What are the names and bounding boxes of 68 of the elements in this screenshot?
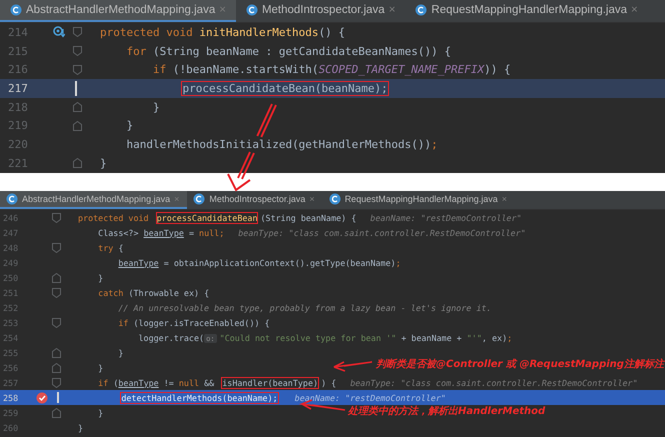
line-number: 255 — [2, 348, 20, 358]
code-line: } — [97, 272, 104, 282]
editor-tab[interactable]: RequestMappingHandlerMapping.java × — [322, 191, 516, 209]
code-line: } — [126, 119, 134, 132]
editor-tab[interactable]: AbstractHandlerMethodMapping.java × — [0, 0, 236, 22]
line-number: 254 — [2, 332, 20, 342]
editor-tab[interactable]: MethodIntrospector.java × — [187, 191, 323, 209]
line-number: 221 — [7, 156, 29, 170]
line-number: 250 — [2, 272, 20, 282]
annotation-text: 判断类是否被@Controller 或 @RequestMapping注解标注 — [376, 357, 664, 371]
code-line: } — [100, 156, 107, 170]
line-number: 248 — [2, 242, 20, 252]
inline-value-hint: beanName: "restDemoController" — [370, 212, 522, 222]
editor-tab[interactable]: AbstractHandlerMethodMapping.java × — [0, 191, 188, 209]
close-button[interactable]: × — [502, 194, 508, 204]
code-line: // An unresolvable bean type, probably from a lazy bean - let's ignore it. — [117, 302, 492, 312]
inline-value-hint: beanName: "restDemoController" — [294, 392, 446, 402]
editor-tab[interactable]: RequestMappingHandlerMapping.java × — [405, 0, 648, 22]
line-number: 260 — [2, 422, 20, 432]
annotation-text: 处理类中的方法，解析出HandlerMethod — [348, 404, 546, 418]
code-line: for (String beanName : getCandidateBeanNames()) { — [126, 44, 452, 58]
line-number: 252 — [2, 302, 20, 312]
line-number: 247 — [2, 228, 20, 238]
code-line: detectHandlerMethods(beanName); — [120, 392, 279, 402]
code-line: processCandidateBean(beanName); — [181, 82, 389, 95]
line-number: 256 — [2, 362, 20, 372]
code-line: handlerMethodsInitialized(getHandlerMethods()); — [126, 138, 438, 151]
line-number: 216 — [7, 63, 29, 76]
code-line: Class<?> beanType = null; — [97, 228, 224, 238]
close-button[interactable]: × — [309, 194, 315, 204]
close-button[interactable]: × — [388, 4, 396, 16]
class-icon — [6, 193, 18, 205]
line-number: 249 — [2, 258, 20, 268]
line-number: 214 — [7, 26, 29, 39]
code-line: } — [78, 422, 84, 432]
line-number: 259 — [2, 408, 20, 418]
line-number: 218 — [7, 100, 29, 114]
line-number: 257 — [2, 378, 20, 388]
line-number: 258 — [2, 392, 20, 402]
code-line: try { — [97, 242, 124, 252]
line-number: 219 — [7, 119, 29, 132]
class-icon — [193, 193, 206, 205]
code-line: if (beanType != null && isHandler(beanType) ) { — [97, 378, 336, 388]
inline-value-hint: beanType: "class com.saint.controller.RestDemoController" — [238, 228, 526, 238]
line-number: 246 — [2, 212, 20, 222]
code-line: protected void processCandidateBean (String beanName) { — [78, 212, 356, 222]
line-number: 251 — [2, 288, 20, 298]
code-line: } — [97, 362, 104, 372]
code-line: protected void initHandlerMethods() { — [100, 26, 346, 39]
class-icon — [10, 4, 22, 16]
class-icon — [328, 193, 341, 205]
class-icon — [415, 4, 428, 16]
editor-tab[interactable]: MethodIntrospector.java × — [236, 0, 406, 22]
close-button[interactable]: × — [631, 4, 638, 16]
line-number: 253 — [2, 318, 20, 328]
line-number: 215 — [7, 44, 29, 58]
code-line: if (!beanName.startsWith(SCOPED_TARGET_NAME_PREFIX)) { — [152, 63, 511, 76]
line-number: 220 — [7, 138, 29, 151]
inline-value-hint: beanType: "class com.saint.controller.RestDemoController" — [350, 378, 638, 388]
code-line: } — [117, 348, 124, 358]
code-line: beanType = obtainApplicationContext().getType(beanName); — [117, 258, 401, 268]
code-line: } — [97, 408, 104, 418]
class-icon — [246, 4, 258, 16]
code-line: if (logger.isTraceEnabled()) { — [117, 318, 270, 328]
callout-arrow — [333, 361, 373, 372]
code-line: } — [152, 100, 160, 114]
code-line: catch (Throwable ex) { — [97, 288, 210, 298]
line-number: 217 — [7, 82, 29, 95]
